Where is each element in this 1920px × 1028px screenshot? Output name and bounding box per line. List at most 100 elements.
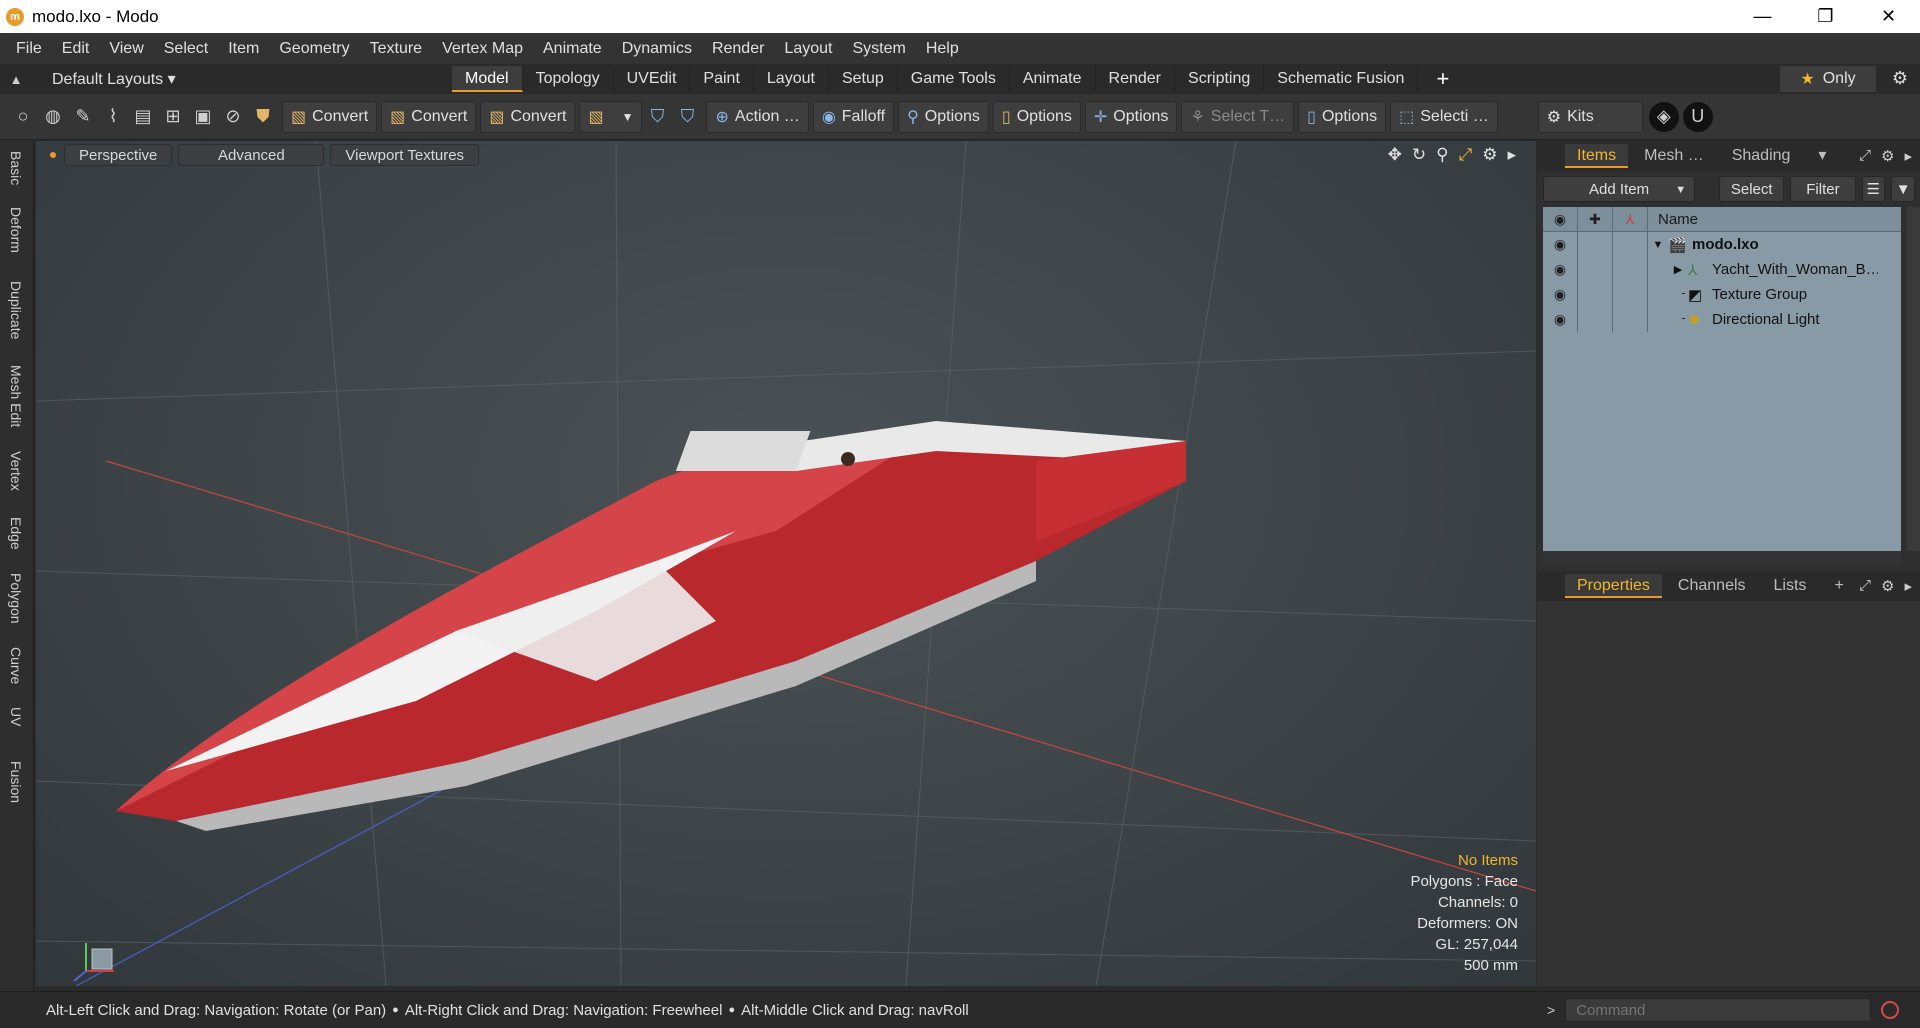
options-button-4[interactable]: ▯ Options [1298, 100, 1387, 133]
collapse-up-icon[interactable]: ▲ [0, 72, 32, 87]
minimize-button[interactable]: — [1731, 0, 1794, 33]
items-horizontal-scrollbar[interactable] [1543, 551, 1901, 563]
menu-layout[interactable]: Layout [774, 40, 842, 58]
options-button-2[interactable]: ▯ Options [992, 100, 1081, 133]
default-layouts-dropdown[interactable]: Default Layouts ▾ [32, 69, 452, 89]
menu-texture[interactable]: Texture [360, 40, 432, 58]
list-item[interactable]: ◉ ▼ 🎬 modo.lxo [1543, 232, 1901, 257]
eye-icon[interactable]: ◉ [1543, 307, 1578, 332]
vtab-deform[interactable]: Deform [8, 207, 24, 253]
viewport-gear-icon[interactable]: ⚙ [1482, 145, 1497, 165]
vtab-curve[interactable]: Curve [8, 647, 24, 684]
vtab-vertex[interactable]: Vertex [8, 451, 24, 491]
list-item[interactable]: ◉ ╴ ✸ Directional Light [1543, 307, 1901, 332]
advanced-dropdown[interactable]: Advanced [178, 144, 325, 166]
tab-game-tools[interactable]: Game Tools [898, 66, 1010, 92]
menu-file[interactable]: File [6, 40, 52, 58]
items-vertical-scrollbar[interactable] [1907, 207, 1920, 551]
tab-model[interactable]: Model [452, 66, 523, 92]
more-tabs-chevron-icon[interactable]: ▾ [1806, 144, 1838, 168]
funnel-icon[interactable]: ▼ [1891, 176, 1915, 202]
align-icon[interactable]: ▤ [128, 102, 158, 132]
menu-vertex-map[interactable]: Vertex Map [432, 40, 533, 58]
menu-help[interactable]: Help [916, 40, 969, 58]
menu-dynamics[interactable]: Dynamics [612, 40, 702, 58]
menu-render[interactable]: Render [702, 40, 774, 58]
lock-column-icon[interactable]: ✚ [1578, 206, 1613, 232]
add-item-button[interactable]: Add Item ▼ [1543, 176, 1696, 202]
record-macro-icon[interactable] [1881, 1001, 1900, 1019]
vtab-basic[interactable]: Basic [8, 151, 24, 185]
viewport-textures-dropdown[interactable]: Viewport Textures [330, 144, 480, 166]
tab-scripting[interactable]: Scripting [1175, 66, 1265, 92]
expander-icon[interactable]: ▶ [1668, 263, 1688, 276]
frame-icon[interactable]: ▣ [188, 102, 218, 132]
options-button-3[interactable]: ✛ Options [1084, 100, 1178, 133]
menu-item[interactable]: Item [218, 40, 269, 58]
add-tab-icon[interactable]: + [1418, 66, 1467, 92]
tab-mesh[interactable]: Mesh … [1632, 144, 1716, 168]
viewport-expand-icon[interactable]: ▸ [1507, 145, 1516, 165]
pen-icon[interactable]: ✎ [68, 102, 98, 132]
visibility-column-icon[interactable]: ◉ [1543, 206, 1578, 232]
vtab-duplicate[interactable]: Duplicate [8, 281, 24, 339]
list-item[interactable]: ◉ ╴ ◩ Texture Group [1543, 282, 1901, 307]
vertex-select-icon[interactable]: ○ [8, 102, 38, 132]
name-column-header[interactable]: Name [1648, 211, 1698, 228]
selection-button[interactable]: ⬚ Selecti … [1390, 100, 1498, 133]
panel-expand-icon[interactable]: ⤢ [1859, 577, 1871, 595]
globe-icon[interactable]: ◍ [38, 102, 68, 132]
tab-layout[interactable]: Layout [754, 66, 829, 92]
panel-arrow-icon[interactable]: ▸ [1904, 147, 1912, 165]
pan-icon[interactable]: ✥ [1388, 145, 1402, 165]
action-center-button[interactable]: ⊕ Action … [706, 100, 809, 133]
menu-animate[interactable]: Animate [533, 40, 612, 58]
menu-system[interactable]: System [842, 40, 915, 58]
tab-topology[interactable]: Topology [523, 66, 614, 92]
panel-expand-icon[interactable]: ⤢ [1859, 147, 1871, 165]
shield-icon[interactable]: ⛊ [248, 102, 278, 132]
select-button[interactable]: Select [1719, 176, 1785, 202]
tab-setup[interactable]: Setup [829, 66, 898, 92]
unity-icon[interactable]: ◈ [1648, 101, 1679, 132]
vtab-edge[interactable]: Edge [8, 517, 24, 550]
options-button-1[interactable]: ⚲ Options [898, 100, 989, 133]
symmetry-alt-icon[interactable]: ⛉ [672, 102, 702, 132]
maximize-button[interactable]: ❐ [1794, 0, 1857, 33]
perspective-dropdown[interactable]: Perspective [64, 144, 173, 166]
command-input[interactable] [1565, 998, 1872, 1022]
list-options-icon[interactable]: ☰ [1861, 176, 1886, 202]
eye-icon[interactable]: ◉ [1543, 232, 1578, 257]
convert-button-3[interactable]: ▧ Convert [480, 100, 576, 133]
expander-icon[interactable]: ▼ [1648, 239, 1668, 251]
eye-icon[interactable]: ◉ [1543, 257, 1578, 282]
tab-animate[interactable]: Animate [1010, 66, 1096, 92]
vtab-polygon[interactable]: Polygon [8, 573, 24, 624]
menu-view[interactable]: View [99, 40, 153, 58]
tab-render[interactable]: Render [1096, 66, 1176, 92]
tab-uvedit[interactable]: UVEdit [614, 66, 691, 92]
add-panel-tab-icon[interactable]: + [1822, 574, 1855, 598]
maximize-viewport-icon[interactable]: ⤢ [1459, 145, 1473, 165]
panel-gear-icon[interactable]: ⚙ [1881, 147, 1894, 165]
viewport-menu-dot[interactable] [50, 152, 56, 158]
panel-arrow-icon[interactable]: ▸ [1904, 577, 1912, 595]
tab-paint[interactable]: Paint [690, 66, 754, 92]
center-icon[interactable]: ⊞ [158, 102, 188, 132]
zoom-icon[interactable]: ⚲ [1436, 145, 1448, 165]
eye-icon[interactable]: ◉ [1543, 282, 1578, 307]
vtab-uv[interactable]: UV [8, 707, 24, 726]
tab-schematic-fusion[interactable]: Schematic Fusion [1264, 66, 1419, 92]
tab-lists[interactable]: Lists [1762, 574, 1819, 598]
kits-button[interactable]: ⚙ Kits [1537, 100, 1643, 133]
close-button[interactable]: ✕ [1857, 0, 1920, 33]
gear-icon[interactable]: ⚙ [1892, 68, 1908, 89]
menu-edit[interactable]: Edit [52, 40, 100, 58]
tab-shading[interactable]: Shading [1720, 144, 1803, 168]
convert-button-2[interactable]: ▧ Convert [381, 100, 477, 133]
unreal-icon[interactable]: U [1682, 101, 1713, 132]
convert-button-1[interactable]: ▧ Convert [282, 100, 378, 133]
list-item[interactable]: ◉ ▶ ⅄ Yacht_With_Woman_B… [1543, 257, 1901, 282]
brush-icon[interactable]: ⌇ [98, 102, 128, 132]
filter-button[interactable]: Filter [1790, 176, 1856, 202]
